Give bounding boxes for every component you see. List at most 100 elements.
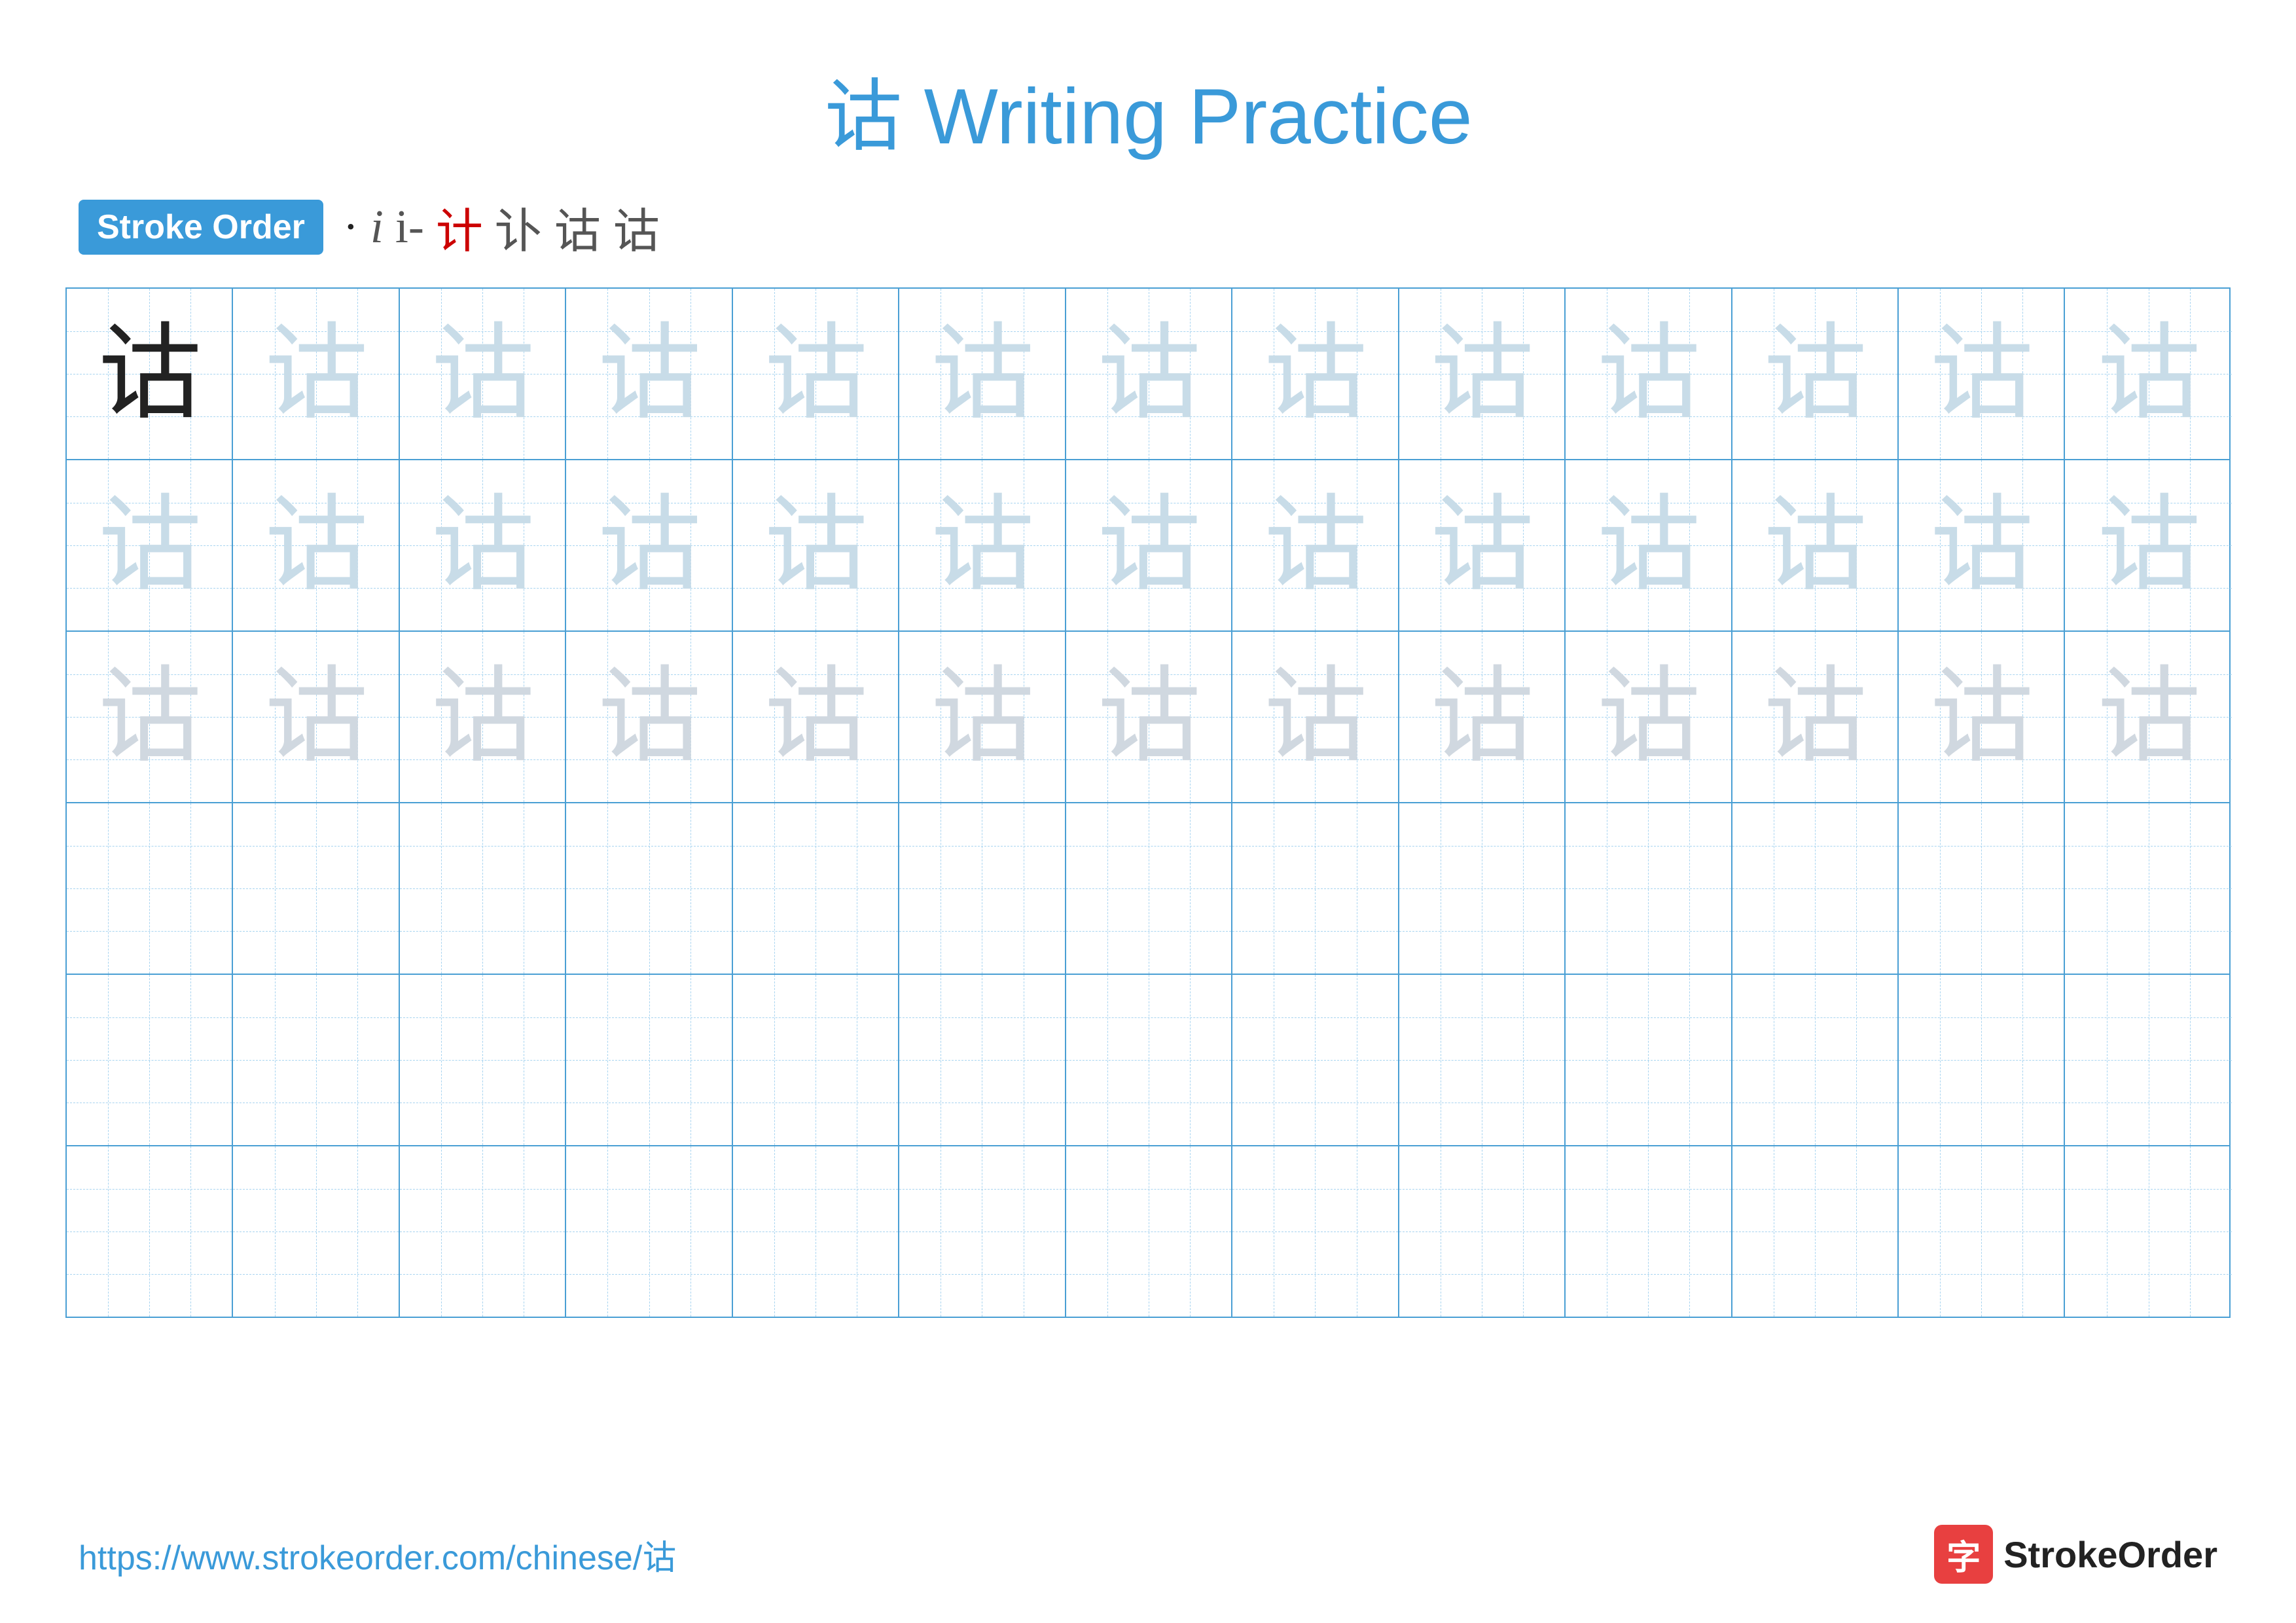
cell-2-6[interactable]: 诂	[899, 460, 1066, 630]
cell-5-10[interactable]	[1566, 975, 1732, 1145]
cell-6-1[interactable]	[67, 1146, 233, 1317]
cell-6-4[interactable]	[566, 1146, 732, 1317]
cell-3-3[interactable]: 诂	[400, 632, 566, 802]
cell-6-6[interactable]	[899, 1146, 1066, 1317]
cell-1-5[interactable]: 诂	[733, 289, 899, 459]
char-display: 诂	[1929, 321, 2034, 426]
cell-5-11[interactable]	[1732, 975, 1899, 1145]
cell-4-8[interactable]	[1232, 803, 1399, 974]
stroke-4: 计	[436, 192, 483, 261]
char-display: 诂	[2096, 665, 2201, 769]
cell-5-3[interactable]	[400, 975, 566, 1145]
cell-6-8[interactable]	[1232, 1146, 1399, 1317]
cell-1-2[interactable]: 诂	[233, 289, 399, 459]
cell-6-7[interactable]	[1066, 1146, 1232, 1317]
cell-5-6[interactable]	[899, 975, 1066, 1145]
cell-3-7[interactable]: 诂	[1066, 632, 1232, 802]
cell-3-11[interactable]: 诂	[1732, 632, 1899, 802]
stroke-5: 讣	[495, 192, 542, 261]
cell-3-10[interactable]: 诂	[1566, 632, 1732, 802]
cell-1-7[interactable]: 诂	[1066, 289, 1232, 459]
cell-3-8[interactable]: 诂	[1232, 632, 1399, 802]
cell-5-7[interactable]	[1066, 975, 1232, 1145]
cell-5-9[interactable]	[1399, 975, 1566, 1145]
cell-1-12[interactable]: 诂	[1899, 289, 2065, 459]
cell-2-10[interactable]: 诂	[1566, 460, 1732, 630]
cell-2-8[interactable]: 诂	[1232, 460, 1399, 630]
cell-4-1[interactable]	[67, 803, 233, 974]
cell-4-13[interactable]	[2065, 803, 2231, 974]
cell-2-4[interactable]: 诂	[566, 460, 732, 630]
grid-row-1: 诂 诂 诂 诂 诂 诂 诂 诂 诂 诂 诂 诂 诂	[67, 289, 2229, 460]
logo-char: 字	[1946, 1530, 1981, 1579]
cell-6-2[interactable]	[233, 1146, 399, 1317]
cell-2-5[interactable]: 诂	[733, 460, 899, 630]
cell-3-5[interactable]: 诂	[733, 632, 899, 802]
cell-4-12[interactable]	[1899, 803, 2065, 974]
cell-2-2[interactable]: 诂	[233, 460, 399, 630]
cell-3-2[interactable]: 诂	[233, 632, 399, 802]
cell-3-4[interactable]: 诂	[566, 632, 732, 802]
cell-5-12[interactable]	[1899, 975, 2065, 1145]
cell-1-11[interactable]: 诂	[1732, 289, 1899, 459]
cell-3-12[interactable]: 诂	[1899, 632, 2065, 802]
cell-2-12[interactable]: 诂	[1899, 460, 2065, 630]
cell-4-3[interactable]	[400, 803, 566, 974]
cell-1-3[interactable]: 诂	[400, 289, 566, 459]
stroke-order-badge: Stroke Order	[79, 200, 323, 255]
cell-4-9[interactable]	[1399, 803, 1566, 974]
cell-4-7[interactable]	[1066, 803, 1232, 974]
cell-2-3[interactable]: 诂	[400, 460, 566, 630]
cell-2-13[interactable]: 诂	[2065, 460, 2231, 630]
cell-4-10[interactable]	[1566, 803, 1732, 974]
cell-2-7[interactable]: 诂	[1066, 460, 1232, 630]
footer-url[interactable]: https://www.strokeorder.com/chinese/诂	[79, 1530, 676, 1579]
char-display: 诂	[597, 321, 702, 426]
char-display: 诂	[1596, 321, 1700, 426]
stroke-6: 诂	[554, 192, 601, 261]
cell-2-11[interactable]: 诂	[1732, 460, 1899, 630]
cell-6-12[interactable]	[1899, 1146, 2065, 1317]
cell-6-3[interactable]	[400, 1146, 566, 1317]
cell-5-13[interactable]	[2065, 975, 2231, 1145]
cell-1-4[interactable]: 诂	[566, 289, 732, 459]
char-display: 诂	[1429, 493, 1534, 598]
title-text: 诂 Writing Practice	[823, 73, 1472, 160]
cell-1-1[interactable]: 诂	[67, 289, 233, 459]
cell-4-11[interactable]	[1732, 803, 1899, 974]
cell-6-13[interactable]	[2065, 1146, 2231, 1317]
footer-logo: 字 StrokeOrder	[1934, 1525, 2217, 1584]
cell-1-10[interactable]: 诂	[1566, 289, 1732, 459]
cell-1-9[interactable]: 诂	[1399, 289, 1566, 459]
cell-1-8[interactable]: 诂	[1232, 289, 1399, 459]
cell-6-5[interactable]	[733, 1146, 899, 1317]
cell-5-5[interactable]	[733, 975, 899, 1145]
char-display: 诂	[264, 493, 368, 598]
cell-3-13[interactable]: 诂	[2065, 632, 2231, 802]
grid-row-5	[67, 975, 2229, 1146]
cell-4-4[interactable]	[566, 803, 732, 974]
cell-3-6[interactable]: 诂	[899, 632, 1066, 802]
cell-4-2[interactable]	[233, 803, 399, 974]
footer-logo-text: StrokeOrder	[2003, 1533, 2217, 1576]
cell-5-4[interactable]	[566, 975, 732, 1145]
stroke-7: 诂	[613, 192, 660, 261]
cell-6-9[interactable]	[1399, 1146, 1566, 1317]
cell-6-10[interactable]	[1566, 1146, 1732, 1317]
cell-6-11[interactable]	[1732, 1146, 1899, 1317]
char-display: 诂	[2096, 321, 2201, 426]
char-display: 诂	[1429, 665, 1534, 769]
cell-3-9[interactable]: 诂	[1399, 632, 1566, 802]
cell-2-1[interactable]: 诂	[67, 460, 233, 630]
cell-5-8[interactable]	[1232, 975, 1399, 1145]
cell-1-6[interactable]: 诂	[899, 289, 1066, 459]
grid-row-4	[67, 803, 2229, 975]
cell-5-2[interactable]	[233, 975, 399, 1145]
cell-2-9[interactable]: 诂	[1399, 460, 1566, 630]
char-display: 诂	[1929, 493, 2034, 598]
cell-4-5[interactable]	[733, 803, 899, 974]
cell-1-13[interactable]: 诂	[2065, 289, 2231, 459]
cell-4-6[interactable]	[899, 803, 1066, 974]
cell-5-1[interactable]	[67, 975, 233, 1145]
cell-3-1[interactable]: 诂	[67, 632, 233, 802]
